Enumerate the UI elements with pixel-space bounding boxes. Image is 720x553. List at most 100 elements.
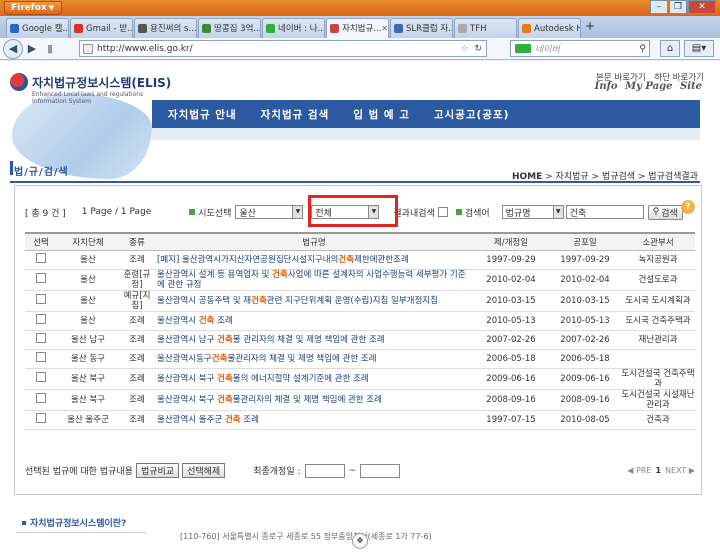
row-title-link[interactable]: 울산광역시 설계 등 용역업자 및 건축사업에 따른 설계자의 사업수행능력 세…	[155, 269, 473, 291]
browser-tab[interactable]: Google 캘...	[6, 18, 69, 38]
row-checkbox[interactable]	[36, 294, 46, 304]
back-icon[interactable]: ◀	[3, 38, 23, 59]
browser-tab[interactable]: 자치법규... ✕	[326, 18, 389, 38]
browser-tab[interactable]: 땅콩집 3억...	[198, 18, 261, 38]
row-checkbox[interactable]	[36, 273, 46, 283]
tab-favicon-icon	[266, 24, 275, 33]
row-org: 울산 북구	[57, 389, 119, 411]
prev-page-link[interactable]: ◀ PRE	[627, 466, 651, 475]
table-row[interactable]: 울산 남구 조례 울산광역시 남구 건축물 관리자의 체결 및 제명 책임에 관한 …	[25, 330, 695, 350]
browser-tab[interactable]: TFH	[454, 18, 517, 38]
row-title-link[interactable]: 울산광역시 공동주택 및 재건축관련 지구단위계획 운영(수립)지침 일부개정지…	[155, 290, 473, 312]
row-checkbox[interactable]	[36, 393, 46, 403]
row-title-link[interactable]: 울산광역시 건축 조례	[155, 311, 473, 331]
row-title-link[interactable]: 울산광역시동구건축물관리자의 체결 및 제명 책임에 관한 조례	[155, 349, 473, 369]
new-tab-button[interactable]: +	[582, 19, 598, 35]
row-dept: 도시국 도시계획과	[621, 290, 695, 312]
page-info: 1 Page / 1 Page	[81, 207, 152, 217]
row-dept: 재난관리과	[621, 330, 695, 350]
forward-icon[interactable]: ▶	[23, 41, 41, 57]
row-checkbox[interactable]	[36, 253, 46, 263]
menu-item-legislation-notice[interactable]: 입 법 예 고	[353, 107, 410, 122]
table-row[interactable]: 울산 북구 조례 울산광역시 북구 건축물관리자의 체결 및 제명 책임에 관한 조…	[25, 389, 695, 411]
date-from-input[interactable]	[304, 463, 345, 478]
browser-tab[interactable]: 용진써의 s...	[134, 18, 197, 38]
table-row[interactable]: 울산 조례 [폐지] 울산광역시가지산자연공원집단시설지구내의건축제한에관한조례 19…	[25, 250, 695, 270]
logo-sub-2: Information System	[32, 98, 92, 105]
next-page-link[interactable]: NEXT ▶	[665, 466, 695, 475]
row-org: 울산 울주군	[57, 410, 119, 430]
table-row[interactable]: 울산 울주군 조례 울산광역시 울주군 건축 조례 1997-07-15 2010-08…	[25, 410, 695, 430]
col-title[interactable]: 법규명	[155, 232, 473, 251]
col-promulgation-date[interactable]: 공포일	[549, 232, 621, 251]
row-org: 울산 북구	[57, 368, 119, 390]
menu-item-announcement[interactable]: 고시공고(공포)	[434, 107, 510, 122]
bookmark-star-icon[interactable]: ☆	[460, 44, 468, 54]
row-checkbox[interactable]	[36, 372, 46, 382]
main-menu: 자치법규 안내 자치법규 검색 입 법 예 고 고시공고(공포)	[152, 100, 700, 128]
row-title-link[interactable]: 울산광역시 북구 건축물관리자의 체결 및 제명 책임에 관한 조례	[155, 389, 473, 411]
browser-tab[interactable]: SLR클럽 자...	[390, 18, 453, 38]
submenu-bar	[152, 128, 700, 140]
site-link[interactable]: Site	[680, 81, 702, 92]
url-bar[interactable]: http://www.elis.go.kr/ ☆ ↻	[79, 40, 487, 57]
row-title-link[interactable]: 울산광역시 울주군 건축 조례	[155, 410, 473, 430]
reload-icon[interactable]: ↻	[474, 44, 482, 54]
search-icon[interactable]: ⚲	[639, 44, 646, 54]
home-icon[interactable]: ⌂	[660, 40, 680, 57]
row-checkbox[interactable]	[36, 413, 46, 423]
row-title-link[interactable]: [폐지] 울산광역시가지산자연공원집단시설지구내의건축제한에관한조례	[155, 250, 473, 270]
site-favicon-icon	[83, 43, 93, 54]
row-checkbox[interactable]	[36, 314, 46, 324]
row-checkbox[interactable]	[36, 333, 46, 343]
table-row[interactable]: 울산 조례 울산광역시 건축 조례 2010-05-13 2010-05-13 도시국 건…	[25, 311, 695, 331]
table-row[interactable]: 울산 동구 조례 울산광역시동구건축물관리자의 체결 및 제명 책임에 관한 조례 2…	[25, 349, 695, 369]
clear-selection-button[interactable]: 선택해제	[182, 463, 226, 478]
maximize-icon[interactable]: ❐	[669, 0, 687, 14]
current-page[interactable]: 1	[655, 466, 661, 475]
about-elis-box[interactable]: 자치법규정보시스템이란?	[16, 513, 146, 533]
bookmarks-icon[interactable]: ▤▾	[684, 40, 714, 57]
section-marker	[10, 161, 13, 175]
table-row[interactable]: 울산 예규[지침] 울산광역시 공동주택 및 재건축관련 지구단위계획 운영(수립)…	[25, 290, 695, 312]
row-promulgation-date: 2007-02-26	[549, 330, 621, 350]
close-tab-icon[interactable]: ✕	[381, 20, 388, 38]
tab-favicon-icon	[74, 24, 83, 33]
menu-item-guide[interactable]: 자치법규 안내	[168, 107, 237, 122]
bullet-icon	[189, 209, 196, 215]
row-checkbox[interactable]	[36, 352, 46, 362]
help-icon[interactable]: ?	[681, 200, 695, 214]
date-to-input[interactable]	[360, 463, 401, 478]
site-logo[interactable]: 자치법규정보시스템(ELIS) Enhanced Local laws and …	[10, 73, 171, 105]
row-promulgation-date: 2010-08-05	[549, 410, 621, 430]
signal-icon: ▮	[46, 41, 54, 55]
naver-engine-icon[interactable]	[515, 44, 531, 53]
compare-button[interactable]: 법규비교	[135, 463, 180, 478]
result-count: [ 총 9 건 ]	[25, 208, 66, 219]
browser-tab[interactable]: 네이버 : 나...	[262, 18, 325, 38]
bullet-icon	[455, 209, 462, 215]
minimize-icon[interactable]: –	[650, 0, 668, 14]
table-row[interactable]: 울산 훈령[규정] 울산광역시 설계 등 용역업자 및 건축사업에 따른 설계자의 …	[25, 269, 695, 291]
info-link[interactable]: Info	[595, 81, 618, 92]
row-select-cell	[25, 368, 57, 390]
browser-tab[interactable]: Autodesk H...	[518, 18, 581, 38]
search-field-select[interactable]: 법규명 ▼	[501, 205, 564, 219]
within-results-checkbox[interactable]	[437, 207, 448, 217]
date-range-separator: ~	[348, 465, 357, 476]
firefox-menu-button[interactable]: Firefox ▼	[4, 1, 62, 15]
row-kind: 조례	[119, 410, 155, 430]
row-title-link[interactable]: 울산광역시 북구 건축물의 에너지절약 설계기준에 관한 조례	[155, 368, 473, 390]
col-enact-date[interactable]: 제/개정일	[473, 232, 549, 251]
table-row[interactable]: 울산 북구 조례 울산광역시 북구 건축물의 에너지절약 설계기준에 관한 조례 20…	[25, 368, 695, 390]
keyword-input[interactable]: 건축	[565, 205, 644, 219]
col-select: 선택	[25, 232, 57, 251]
browser-tab[interactable]: Gmail - 받...	[70, 18, 133, 38]
browser-search-input[interactable]: 네이버 ⚲	[510, 40, 650, 57]
region-select[interactable]: 울산 ▼	[235, 205, 304, 219]
close-icon[interactable]: ✕	[688, 0, 716, 14]
mypage-link[interactable]: My Page	[625, 81, 672, 92]
row-title-link[interactable]: 울산광역시 남구 건축물 관리자의 체결 및 제명 책임에 관한 조례	[155, 330, 473, 350]
menu-item-search[interactable]: 자치법규 검색	[261, 107, 330, 122]
search-button[interactable]: ⚲ 검색	[647, 204, 683, 220]
